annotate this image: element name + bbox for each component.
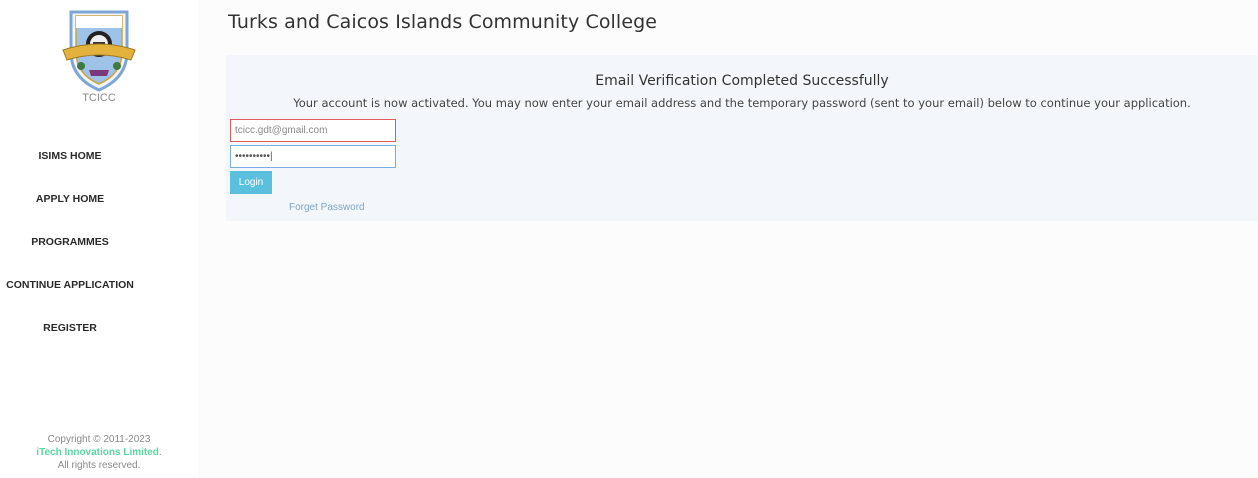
nav-apply-home[interactable]: APPLY HOME <box>0 193 140 205</box>
sidebar: TCICC ISIMS HOME APPLY HOME PROGRAMMES C… <box>0 0 198 478</box>
footer-brand-line: iTech Innovations Limited. <box>0 446 198 459</box>
main-content: Turks and Caicos Islands Community Colle… <box>198 0 1258 478</box>
college-logo[interactable] <box>59 4 139 92</box>
verification-message: Your account is now activated. You may n… <box>293 96 1191 110</box>
password-input[interactable]: ••••••••••| <box>230 145 396 168</box>
copyright-text: Copyright © 2011-2023 <box>47 434 151 445</box>
logo-caption: TCICC <box>82 92 116 104</box>
footer-brand-suffix: . <box>158 447 162 458</box>
crest-icon <box>62 10 136 92</box>
forget-password-link[interactable]: Forget Password <box>289 202 365 213</box>
nav-programmes[interactable]: PROGRAMMES <box>0 236 140 248</box>
page-title: Turks and Caicos Islands Community Colle… <box>228 11 658 33</box>
verification-panel: Email Verification Completed Successfull… <box>226 55 1258 221</box>
nav-isims-home[interactable]: ISIMS HOME <box>0 150 140 162</box>
rights-text: All rights reserved. <box>57 460 141 471</box>
nav-continue-application[interactable]: CONTINUE APPLICATION <box>0 279 140 291</box>
nav-register[interactable]: REGISTER <box>0 322 140 334</box>
footer-brand-link[interactable]: iTech Innovations Limited <box>36 447 159 458</box>
verification-title: Email Verification Completed Successfull… <box>595 73 889 89</box>
login-button[interactable]: Login <box>230 171 272 194</box>
email-input[interactable]: tcicc.gdt@gmail.com <box>230 119 396 142</box>
sidebar-footer: Copyright © 2011-2023 iTech Innovations … <box>0 433 198 472</box>
